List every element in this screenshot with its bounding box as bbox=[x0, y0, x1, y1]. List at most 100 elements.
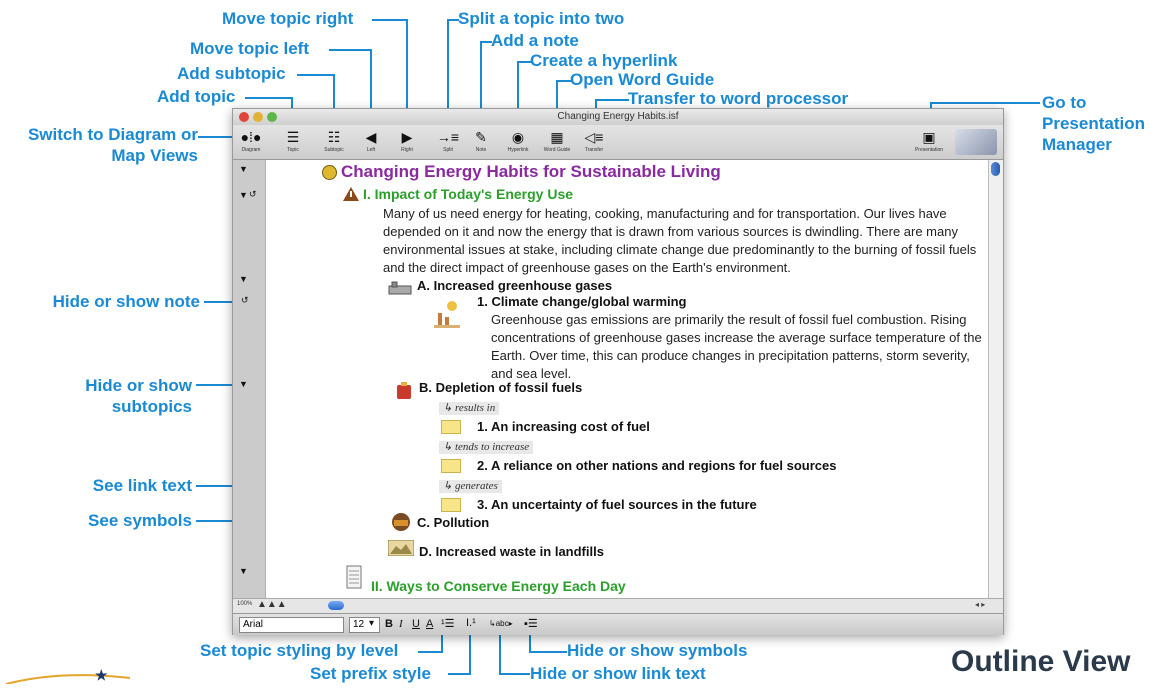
bold-button[interactable]: B bbox=[385, 618, 393, 630]
subtopic-a1-note[interactable]: Greenhouse gas emissions are primarily t… bbox=[491, 311, 985, 383]
subtopic-d-label[interactable]: D. Increased waste in landfills bbox=[419, 544, 604, 559]
subtopic-b3-label[interactable]: 3. An uncertainty of fuel sources in the… bbox=[477, 497, 757, 512]
collapse-subtopics-icon[interactable]: ▼ bbox=[239, 379, 248, 389]
window-title: Changing Energy Habits.isf bbox=[557, 111, 679, 122]
outline-gutter: ▼ ▼ ↺ ▼ ↺ ▼ ▼ bbox=[233, 160, 266, 598]
prefix-style-icon[interactable]: I.¹ bbox=[466, 617, 476, 629]
main-idea-icon bbox=[322, 165, 337, 180]
topic-symbol bbox=[441, 420, 461, 434]
title-bar: Changing Energy Habits.isf bbox=[233, 109, 1003, 126]
diagram-view-button[interactable]: ●⁞● Diagram bbox=[233, 127, 269, 157]
app-window: Changing Energy Habits.isf ●⁞● Diagram ☰… bbox=[232, 108, 1004, 635]
diagram-icon: ●⁞● bbox=[240, 129, 262, 145]
collapse-subtopics-icon[interactable]: ▼ bbox=[239, 274, 248, 284]
link-text-3[interactable]: ↳ generates bbox=[439, 480, 502, 493]
add-topic-button[interactable]: ☰ Topic bbox=[275, 127, 311, 157]
topic-symbol bbox=[441, 498, 461, 512]
callout-hide-show-symbols: Hide or show symbols bbox=[567, 641, 748, 660]
font-size-arrow-icon[interactable]: ▾ bbox=[369, 618, 374, 629]
note-button[interactable]: ✎ Note bbox=[463, 127, 499, 157]
transfer-button[interactable]: ◁≡ Transfer bbox=[576, 127, 612, 157]
vertical-scrollbar[interactable] bbox=[988, 160, 1003, 598]
callout-transfer-word-processor: Transfer to word processor bbox=[628, 89, 849, 108]
callout-switch-views-line2: Map Views bbox=[111, 146, 198, 165]
presentation-icon: ▣ bbox=[922, 129, 936, 145]
callout-switch-views-line1: Switch to Diagram or bbox=[27, 125, 198, 144]
callout-see-symbols: See symbols bbox=[88, 511, 192, 530]
topic-symbol bbox=[441, 459, 461, 473]
outline-main-title[interactable]: Changing Energy Habits for Sustainable L… bbox=[341, 162, 721, 182]
note-toggle-icon[interactable]: ↺ bbox=[241, 295, 249, 306]
topic-1-label[interactable]: I. Impact of Today's Energy Use bbox=[363, 186, 573, 202]
callout-go-to-line3: Manager bbox=[1042, 135, 1112, 154]
symbols-toggle-icon[interactable]: ▪☰ bbox=[524, 617, 538, 630]
collapse-triangle-icon[interactable]: ▼ bbox=[239, 164, 248, 174]
topic-2-label[interactable]: II. Ways to Conserve Energy Each Day bbox=[371, 578, 626, 594]
app-logo-icon bbox=[955, 129, 997, 155]
topic-1-note[interactable]: Many of us need energy for heating, cook… bbox=[383, 205, 983, 277]
callout-add-topic: Add topic bbox=[157, 87, 236, 106]
callout-move-topic-left: Move topic left bbox=[190, 39, 310, 58]
link-arrow-icon: ↳ bbox=[443, 402, 455, 414]
subtopic-b-label[interactable]: B. Depletion of fossil fuels bbox=[419, 380, 582, 395]
arrow-right-icon: ▶ bbox=[401, 129, 413, 145]
italic-button[interactable]: I bbox=[399, 618, 403, 630]
callout-open-word-guide: Open Word Guide bbox=[570, 70, 715, 89]
move-left-button[interactable]: ◀ Left bbox=[353, 127, 389, 157]
collapse-subtopics-icon[interactable]: ▼ bbox=[239, 190, 248, 200]
arrow-left-icon: ◀ bbox=[365, 129, 377, 145]
callout-split-topic: Split a topic into two bbox=[458, 9, 625, 28]
topic-styling-level-icon[interactable]: ¹☰ bbox=[441, 617, 455, 630]
transfer-icon: ◁≡ bbox=[584, 129, 604, 145]
link-arrow-icon: ↳ bbox=[489, 619, 496, 628]
logo: ★ bbox=[0, 667, 160, 685]
callout-go-to-line2: Presentation bbox=[1042, 114, 1145, 133]
move-right-button[interactable]: ▶ Right bbox=[389, 127, 425, 157]
split-icon: →≡ bbox=[436, 129, 460, 145]
split-button[interactable]: →≡ Split bbox=[430, 127, 466, 157]
hyperlink-button[interactable]: ◉ Hyperlink bbox=[500, 127, 536, 157]
callout-hide-show-note: Hide or show note bbox=[52, 292, 200, 311]
link-arrow-icon: ↳ bbox=[443, 480, 455, 492]
underline-button[interactable]: U bbox=[412, 618, 420, 630]
pollution-symbol-icon bbox=[390, 512, 412, 537]
font-family-select[interactable]: Arial bbox=[239, 617, 344, 633]
link-text-1[interactable]: ↳ results in bbox=[439, 402, 500, 415]
add-subtopic-button[interactable]: ☷ Subtopic bbox=[316, 127, 352, 157]
outline-content: Changing Energy Habits for Sustainable L… bbox=[266, 160, 988, 598]
note-toggle-icon[interactable]: ↺ bbox=[249, 189, 257, 200]
word-guide-button[interactable]: ▦ Word Guide bbox=[539, 127, 575, 157]
fuel-can-symbol-icon bbox=[396, 382, 412, 405]
subtopic-a1-label[interactable]: 1. Climate change/global warming bbox=[477, 294, 687, 309]
link-arrow-icon: ↳ bbox=[443, 441, 455, 453]
text-color-button[interactable]: A bbox=[426, 618, 433, 630]
document-symbol-icon bbox=[346, 565, 362, 594]
book-icon: ▦ bbox=[550, 129, 564, 145]
horizontal-scroll-thumb[interactable] bbox=[328, 601, 344, 610]
zoom-slider-icon[interactable]: ▲▲▲ bbox=[257, 599, 287, 610]
climate-symbol-icon bbox=[434, 299, 462, 334]
callout-add-subtopic: Add subtopic bbox=[177, 64, 286, 83]
factory-symbol-icon bbox=[388, 281, 412, 300]
link-text-2[interactable]: ↳ tends to increase bbox=[439, 441, 534, 454]
callout-move-topic-right: Move topic right bbox=[222, 9, 354, 28]
scroll-arrows-icon[interactable]: ◂ ▸ bbox=[975, 600, 985, 609]
presentation-button[interactable]: ▣ Presentation bbox=[911, 127, 947, 157]
formatting-bar: Arial 12 ▾ B I U A ¹☰ I.¹ ↳abc▸ ▪☰ bbox=[233, 613, 1003, 635]
link-text-toggle-button[interactable]: ↳abc▸ bbox=[489, 619, 513, 628]
subtopic-b2-label[interactable]: 2. A reliance on other nations and regio… bbox=[477, 458, 837, 473]
scroll-thumb[interactable] bbox=[991, 162, 1000, 176]
callout-go-to-line1: Go to bbox=[1042, 93, 1087, 112]
subtopic-c-label[interactable]: C. Pollution bbox=[417, 515, 489, 530]
note-icon: ✎ bbox=[475, 129, 487, 145]
callout-prefix-style: Set prefix style bbox=[310, 664, 431, 683]
subtopic-a-label[interactable]: A. Increased greenhouse gases bbox=[417, 278, 612, 293]
arrow-icon: ▸ bbox=[508, 619, 513, 628]
subtopic-b1-label[interactable]: 1. An increasing cost of fuel bbox=[477, 419, 650, 434]
callout-hide-show-subtopics-line2: subtopics bbox=[111, 397, 192, 416]
globe-icon: ◉ bbox=[511, 129, 525, 145]
callout-create-hyperlink: Create a hyperlink bbox=[530, 51, 678, 70]
outline-view-title: Outline View bbox=[951, 645, 1131, 678]
font-size-select[interactable]: 12 bbox=[349, 617, 380, 633]
collapse-subtopics-icon[interactable]: ▼ bbox=[239, 566, 248, 576]
